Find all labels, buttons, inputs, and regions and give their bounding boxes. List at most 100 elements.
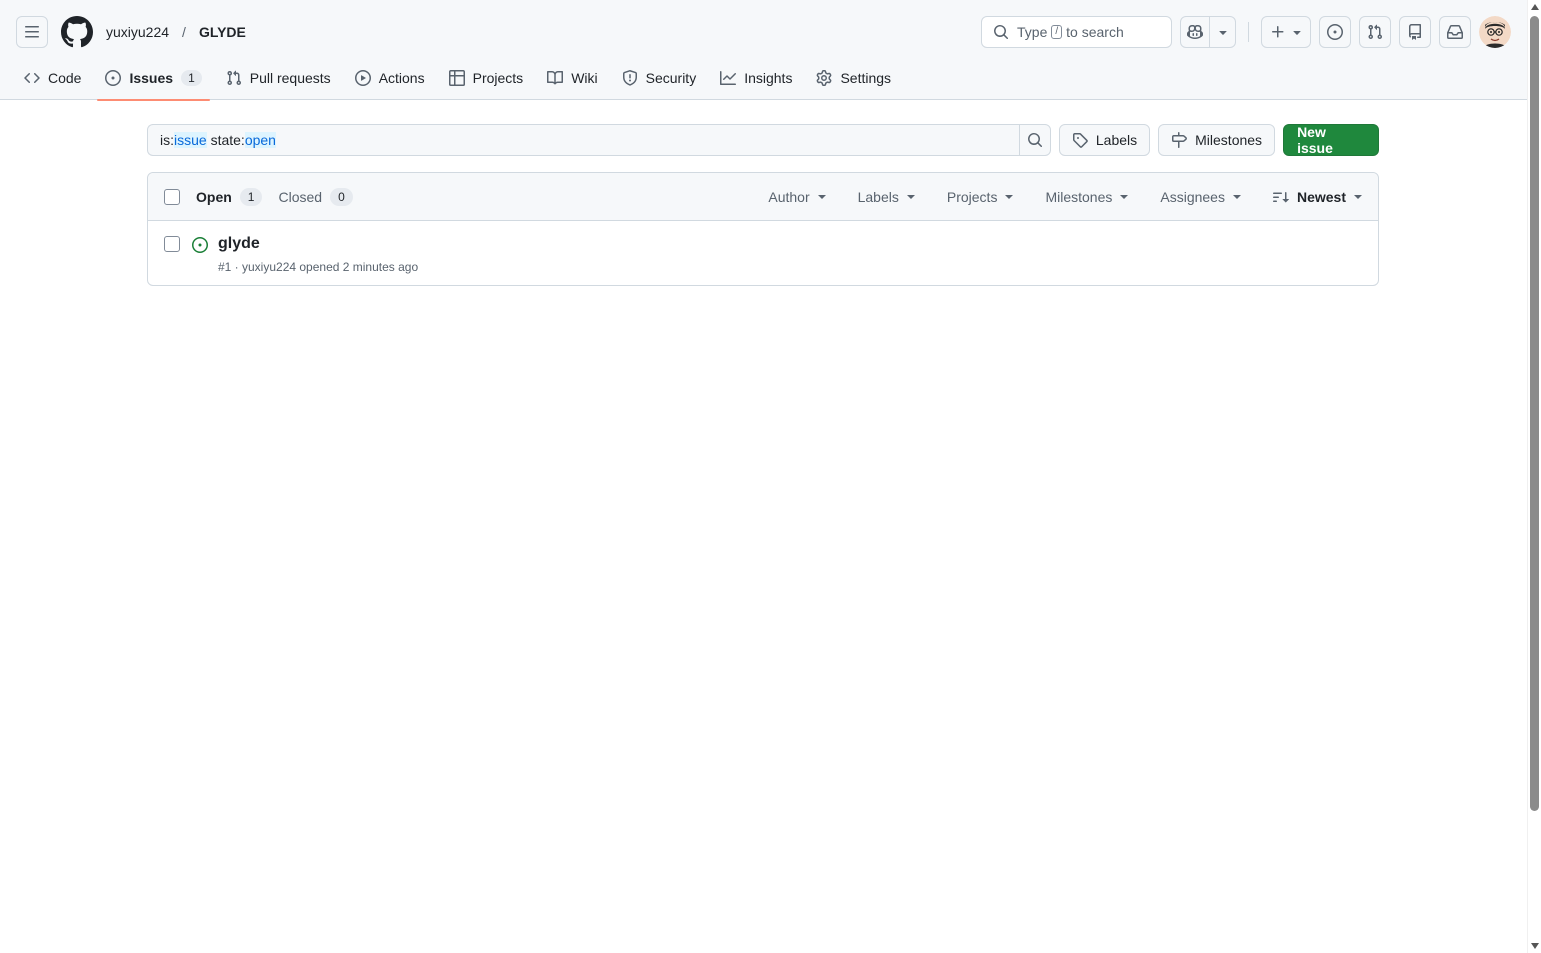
milestones-filter[interactable]: Milestones — [1045, 188, 1129, 205]
repositories-button[interactable] — [1399, 16, 1431, 48]
tab-label: Insights — [744, 70, 793, 86]
sort-dropdown[interactable]: Newest — [1272, 189, 1362, 205]
list-filters: Author Labels Projects Milestones Assign… — [736, 189, 1378, 205]
tab-actions[interactable]: Actions — [347, 56, 433, 100]
table-icon — [448, 70, 465, 86]
issues-count-badge: 1 — [181, 70, 202, 86]
gear-icon — [817, 70, 832, 86]
your-issues-button[interactable] — [1319, 16, 1351, 48]
code-icon — [24, 72, 40, 84]
tab-settings[interactable]: Settings — [808, 56, 899, 100]
milestones-button[interactable]: Milestones — [1158, 124, 1276, 156]
inbox-button[interactable] — [1439, 16, 1471, 48]
tab-code[interactable]: Code — [16, 56, 89, 100]
git-pull-request-icon — [1368, 24, 1383, 40]
closed-count-badge: 0 — [330, 187, 353, 206]
scroll-down-arrow-icon[interactable] — [1531, 943, 1539, 949]
caret-down-icon — [817, 194, 826, 199]
owner-link[interactable]: yuxiyu224 — [106, 24, 169, 40]
search-prefix: Type — [1017, 24, 1048, 40]
caret-down-icon — [1120, 194, 1129, 199]
caret-down-icon — [906, 194, 915, 199]
issue-opened-icon — [192, 237, 208, 253]
tab-label: Security — [645, 70, 697, 86]
tab-label: Issues — [129, 70, 174, 86]
plus-icon — [1272, 26, 1284, 38]
labels-filter[interactable]: Labels — [858, 189, 915, 205]
select-all-checkbox[interactable] — [164, 188, 180, 205]
caret-down-icon — [1354, 194, 1362, 199]
tag-icon — [1072, 133, 1088, 148]
open-count-badge: 1 — [239, 187, 263, 206]
git-pull-request-icon — [227, 70, 241, 86]
issue-opened-icon — [1327, 24, 1343, 40]
repo-link[interactable]: GLYDE — [199, 24, 246, 40]
app-header: yuxiyu224 / GLYDE Type / to search Code … — [0, 0, 1527, 101]
create-new-button[interactable] — [1261, 16, 1311, 48]
labels-button[interactable]: Labels — [1058, 124, 1151, 156]
tab-insights[interactable]: Insights — [712, 56, 800, 100]
copilot-split-button — [1180, 16, 1236, 48]
open-issues-toggle[interactable]: Open 1 — [196, 187, 263, 206]
closed-issues-toggle[interactable]: Closed 0 — [278, 187, 353, 206]
your-pull-requests-button[interactable] — [1359, 16, 1391, 48]
new-issue-button[interactable]: New issue — [1283, 124, 1379, 156]
top-bar: yuxiyu224 / GLYDE Type / to search — [16, 16, 1511, 48]
sort-desc-icon — [1272, 191, 1289, 203]
issue-meta: #1 · yuxiyu224 opened 2 minutes ago — [218, 260, 419, 274]
tab-pull-requests[interactable]: Pull requests — [218, 56, 339, 100]
search-shortcut-key: / — [1051, 25, 1063, 39]
milestones-button-label: Milestones — [1195, 132, 1263, 148]
github-mark-icon — [61, 16, 93, 48]
caret-down-icon — [1232, 194, 1241, 199]
filter-label: Milestones — [1045, 188, 1113, 205]
issue-title-link[interactable]: glyde — [218, 235, 418, 253]
milestone-icon — [1172, 132, 1188, 148]
tab-wiki[interactable]: Wiki — [539, 56, 605, 100]
triangle-down-icon — [1293, 31, 1301, 35]
copilot-dropdown-button[interactable] — [1210, 16, 1236, 48]
tab-label: Projects — [472, 70, 524, 86]
avatar-image — [1479, 16, 1511, 48]
assignees-filter[interactable]: Assignees — [1160, 189, 1241, 205]
query-value-open: open — [244, 132, 276, 148]
tab-label: Settings — [840, 70, 892, 86]
menu-button[interactable] — [16, 16, 48, 48]
issues-list: Open 1 Closed 0 Author Labels Projects M… — [147, 172, 1379, 286]
issue-search-button[interactable] — [1019, 124, 1051, 156]
repo-nav-tabs: Code Issues 1 Pull requests Actions Proj… — [16, 56, 907, 101]
shield-icon — [622, 70, 637, 86]
open-label: Open — [196, 188, 232, 205]
issue-search-input[interactable]: is: issue state: open — [147, 124, 1020, 156]
query-key-state: state: — [206, 132, 245, 148]
filter-label: Labels — [857, 188, 899, 205]
query-key-is: is: — [160, 132, 174, 148]
copilot-button[interactable] — [1180, 16, 1210, 48]
tab-issues[interactable]: Issues 1 — [97, 56, 211, 101]
labels-button-label: Labels — [1095, 132, 1138, 148]
scrollbar-thumb[interactable] — [1530, 16, 1539, 811]
triangle-down-icon — [1218, 31, 1227, 35]
caret-down-icon — [1005, 194, 1014, 199]
tab-label: Pull requests — [249, 70, 331, 86]
tab-projects[interactable]: Projects — [441, 56, 532, 100]
global-search-input[interactable]: Type / to search — [981, 16, 1172, 48]
author-filter[interactable]: Author — [768, 189, 826, 205]
graph-icon — [720, 71, 737, 85]
tab-security[interactable]: Security — [614, 56, 705, 100]
issue-text: glyde #1 · yuxiyu224 opened 2 minutes ag… — [218, 235, 418, 285]
filter-label: Projects — [946, 188, 998, 205]
issue-opened-icon — [105, 70, 122, 86]
closed-label: Closed — [278, 188, 323, 205]
hamburger-icon — [25, 26, 39, 38]
play-icon — [354, 70, 371, 86]
user-avatar[interactable] — [1479, 16, 1511, 48]
inbox-icon — [1447, 25, 1463, 39]
repo-icon — [1409, 24, 1421, 40]
page-scrollbar[interactable] — [1527, 0, 1541, 953]
issue-checkbox[interactable] — [164, 236, 180, 252]
github-logo-link[interactable] — [61, 16, 93, 48]
header-divider — [1248, 22, 1249, 42]
projects-filter[interactable]: Projects — [947, 189, 1014, 205]
scroll-up-arrow-icon[interactable] — [1531, 4, 1539, 10]
